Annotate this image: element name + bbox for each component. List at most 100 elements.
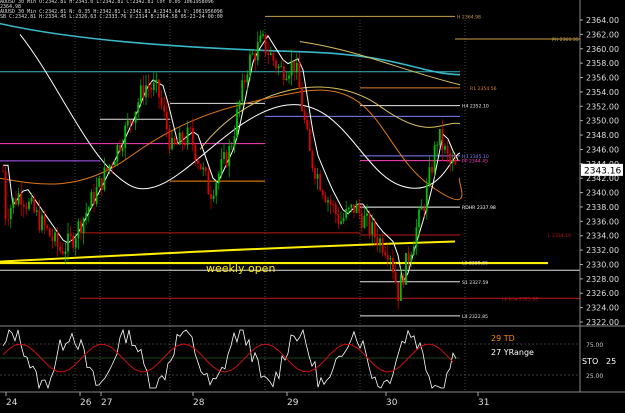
candle-body [342, 217, 345, 222]
pivot-levels [0, 15, 580, 317]
candle-body [100, 177, 103, 190]
candle-body [280, 66, 283, 67]
price-tick-label: 2334.00 [586, 232, 619, 241]
price-tick-label: 2352.00 [586, 102, 619, 111]
candle-body [275, 60, 277, 69]
candle-body [371, 222, 374, 235]
candle-body [254, 53, 257, 61]
indicator-label: 25.00 [586, 373, 603, 380]
candle-body [397, 282, 400, 301]
candle-body [48, 228, 51, 237]
candle-body [407, 253, 410, 262]
price-tick-label: 2330.00 [586, 260, 619, 269]
ema-long-line [0, 22, 461, 76]
candle-body [108, 164, 111, 170]
candle-body [134, 111, 137, 124]
candle-body [373, 222, 376, 238]
pivot-level-label: H 2364.98 [457, 14, 481, 20]
candle-body [394, 272, 397, 283]
candle-body [93, 192, 95, 204]
candle-body [277, 66, 280, 69]
price-tick-label: 2338.00 [586, 203, 619, 212]
pivot-level-label: L 2334.10 [548, 233, 571, 239]
price-tick-label: 2340.00 [586, 189, 619, 198]
candle-body [381, 238, 384, 253]
candle-body [4, 171, 7, 220]
candle-body [389, 258, 392, 260]
ema-fast-line [3, 34, 459, 284]
candle-body [217, 173, 220, 183]
candle-body [412, 246, 415, 255]
time-tick-label: 26 [80, 398, 92, 408]
price-tick-label: 2354.00 [586, 88, 619, 97]
candle-body [33, 198, 36, 212]
candle-body [181, 132, 184, 144]
candle-body [366, 213, 368, 216]
candle-body [236, 109, 238, 137]
candle-body [171, 138, 173, 150]
candle-body [202, 167, 205, 170]
candle-body [210, 194, 212, 199]
candle-body [298, 62, 301, 89]
candle-body [155, 79, 158, 83]
candle-body [321, 190, 324, 196]
candle-body [147, 85, 150, 88]
candle-body [2, 171, 4, 172]
price-tick-label: 2346.00 [586, 145, 619, 154]
candle-body [113, 161, 116, 166]
price-chart[interactable]: H 2364.98PH 2361.35R1 2354.56H4 2352.10H… [0, 0, 625, 413]
candle-body [145, 85, 147, 98]
candle-body [38, 210, 41, 231]
candle-body [160, 97, 163, 106]
candle-body [267, 53, 270, 56]
candle-body [194, 145, 197, 161]
candle-body [332, 204, 335, 206]
candle-body [324, 195, 327, 203]
candle-body [41, 215, 43, 231]
candle-body [249, 54, 251, 75]
candle-body [308, 128, 311, 152]
candle-body [376, 237, 379, 246]
candle-body [168, 129, 171, 150]
candle-body [285, 78, 288, 81]
candle-body [207, 171, 210, 195]
candle-body [246, 74, 249, 83]
candle-body [28, 201, 30, 209]
indicator-label: STO [582, 357, 598, 366]
candle-body [410, 254, 413, 262]
candle-body [106, 167, 108, 170]
time-tick-label: 30 [386, 398, 398, 408]
candle-body [264, 34, 267, 54]
candle-body [150, 87, 153, 91]
candle-body [124, 125, 127, 148]
candle-body [129, 120, 132, 123]
candle-body [420, 207, 423, 210]
candle-body [301, 88, 303, 112]
indicator-label: 25 [606, 357, 616, 366]
time-axis: 24 26 27 28 29 30 31 [5, 392, 489, 408]
candle-body [415, 227, 418, 247]
price-tick-label: 2364.00 [586, 16, 619, 25]
candle-body [230, 145, 233, 147]
candle-body [56, 232, 59, 247]
candle-body [444, 145, 446, 150]
candle-body [337, 214, 340, 224]
candle-body [77, 221, 80, 239]
candle-body [204, 167, 207, 172]
sto-k-line [2, 328, 457, 390]
candle-body [314, 168, 316, 179]
candle-body [22, 204, 25, 207]
indicator-label: 27 YRange [491, 348, 534, 357]
candle-body [347, 207, 350, 209]
candle-body [262, 34, 264, 36]
ema-orange-line [0, 89, 463, 201]
candle-body [259, 35, 262, 43]
candle-body [223, 152, 225, 160]
price-tick-label: 2324.00 [586, 304, 619, 313]
candle-body [54, 232, 56, 242]
candle-body [189, 127, 192, 129]
candle-body [43, 215, 46, 226]
candle-body [142, 85, 145, 98]
candle-body [173, 138, 176, 144]
pivot-level-label: Lk Low 2325.28 [502, 296, 538, 302]
